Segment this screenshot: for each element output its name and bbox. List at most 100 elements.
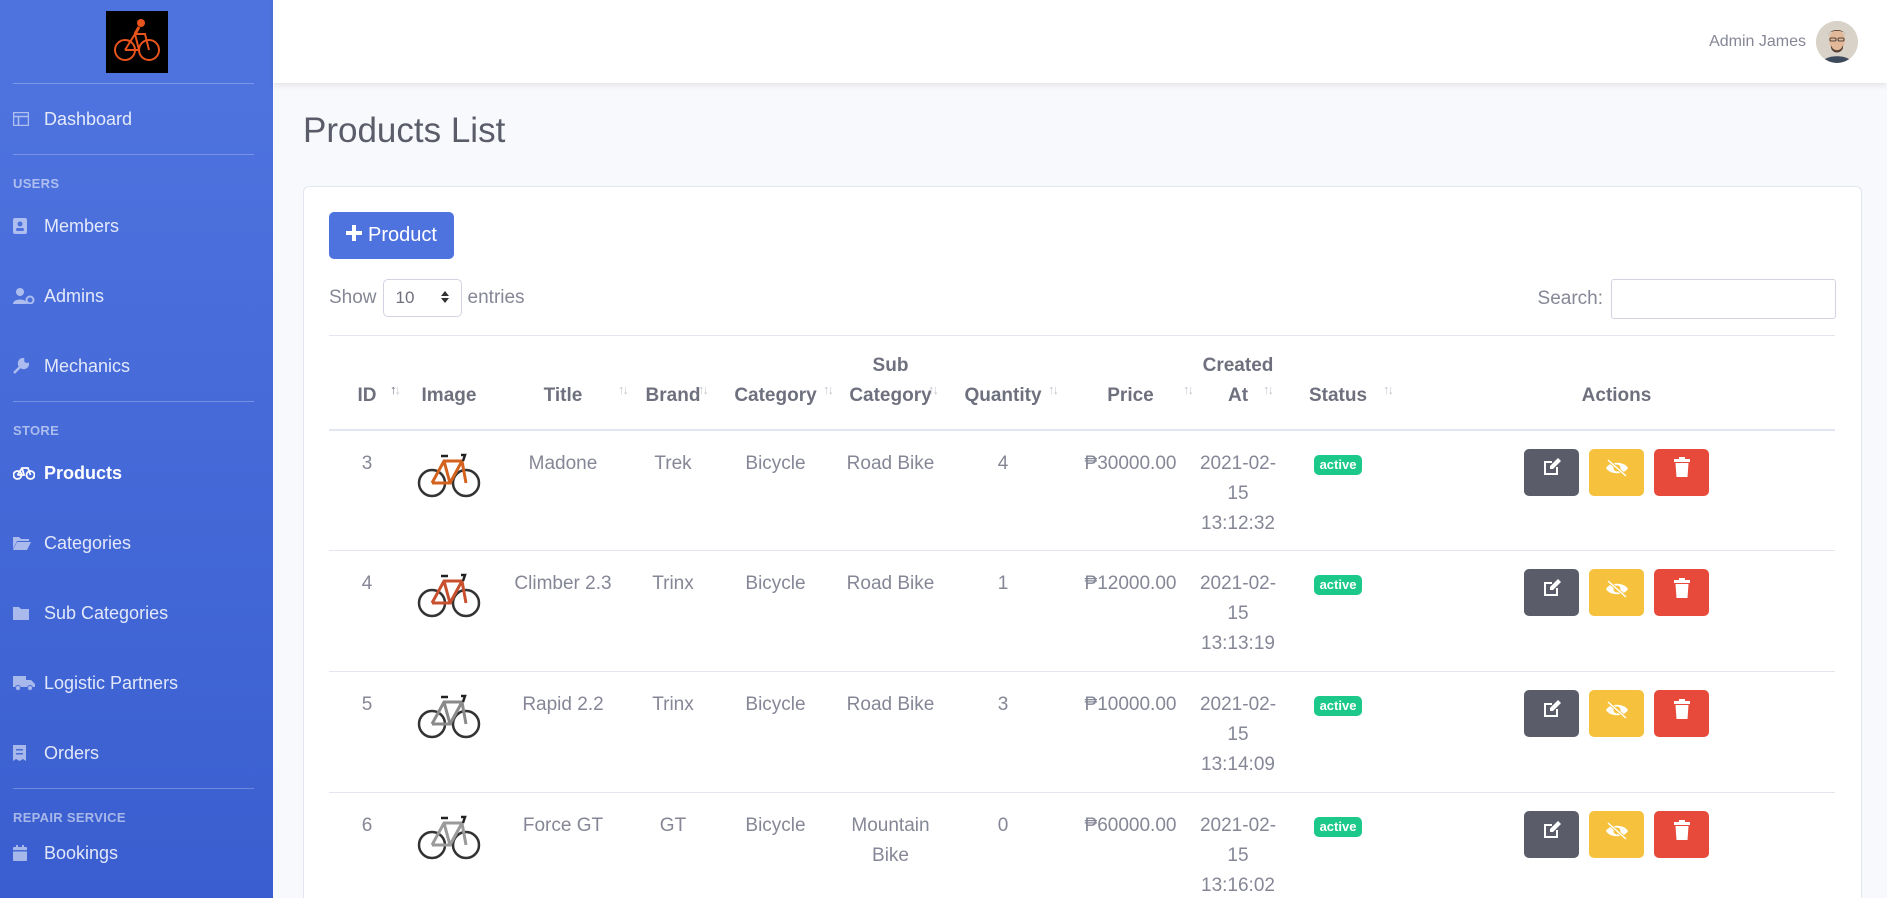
edit-button[interactable] — [1524, 569, 1579, 616]
products-card: Product Show 10 entries Search: ID ↑↓ Ima… — [303, 186, 1862, 898]
col-created-at[interactable]: Created At ↑↓ — [1198, 335, 1278, 431]
status-badge: active — [1313, 575, 1363, 595]
entries-select[interactable]: 10 — [382, 279, 462, 317]
col-price-label: Price — [1107, 384, 1154, 406]
cell-status: active — [1278, 550, 1398, 672]
sidebar-heading-store: STORE — [13, 423, 60, 438]
row-actions — [1398, 448, 1835, 496]
delete-button[interactable] — [1654, 448, 1709, 496]
wrench-icon — [13, 358, 44, 374]
status-badge: active — [1313, 454, 1363, 475]
cell-category: Bicycle — [713, 792, 838, 898]
folder-open-icon — [13, 536, 44, 550]
table-row: 6 Force GT GT Bicycle Mountain Bike 0 ₱60… — [329, 792, 1835, 898]
products-table: ID ↑↓ Image Title ↑↓ Brand ↑↓ Category ↑↓ Su… — [329, 335, 1835, 898]
sidebar-item-members[interactable]: Members — [0, 191, 273, 261]
product-thumbnail — [417, 805, 481, 869]
cell-quantity: 0 — [943, 792, 1063, 898]
cell-title: Madone — [493, 429, 633, 551]
hide-button[interactable] — [1589, 448, 1644, 496]
col-created-label-1: Created — [1202, 354, 1274, 376]
col-category[interactable]: Category ↑↓ — [713, 335, 838, 431]
folder-icon — [13, 606, 44, 620]
sidebar-item-products[interactable]: Products — [0, 438, 273, 508]
cell-brand: Trek — [633, 429, 713, 551]
cell-sub-category: Mountain Bike — [838, 792, 943, 898]
cell-status: active — [1278, 429, 1398, 551]
delete-button[interactable] — [1654, 569, 1709, 616]
cell-title: Force GT — [493, 792, 633, 898]
sidebar-item-sub-categories[interactable]: Sub Categories — [0, 578, 273, 648]
search-input[interactable] — [1611, 279, 1836, 319]
user-cog-icon — [13, 288, 44, 304]
brand[interactable] — [0, 0, 273, 83]
avatar[interactable] — [1816, 20, 1858, 63]
trash-icon — [1673, 698, 1690, 729]
cell-sub-category: Road Bike — [838, 550, 943, 672]
sidebar-item-logistic-partners[interactable]: Logistic Partners — [0, 648, 273, 718]
sort-icon: ↑↓ — [1048, 381, 1059, 397]
eye-slash-icon — [1605, 699, 1629, 729]
delete-button[interactable] — [1654, 811, 1709, 858]
sidebar-item-categories[interactable]: Categories — [0, 508, 273, 578]
col-quantity-label: Quantity — [964, 384, 1042, 406]
status-badge: active — [1313, 817, 1363, 837]
id-card-icon — [13, 218, 44, 234]
bicycle-icon — [13, 466, 44, 480]
hide-button[interactable] — [1589, 690, 1644, 737]
row-actions — [1398, 569, 1835, 616]
page-title: Products List — [303, 111, 506, 150]
sidebar-item-orders[interactable]: Orders — [0, 718, 273, 788]
sidebar-item-mechanics[interactable]: Mechanics — [0, 331, 273, 401]
cell-id: 5 — [329, 671, 405, 793]
cell-title: Rapid 2.2 — [493, 671, 633, 793]
delete-button[interactable] — [1654, 690, 1709, 737]
cell-image — [405, 550, 493, 672]
cell-title: Climber 2.3 — [493, 550, 633, 672]
sort-arrows-icon — [440, 288, 449, 308]
edit-button[interactable] — [1524, 690, 1579, 737]
col-sub-category[interactable]: Sub Category ↑↓ — [838, 335, 943, 431]
sidebar-item-dashboard[interactable]: Dashboard — [0, 84, 273, 154]
cell-price: ₱10000.00 — [1063, 671, 1198, 793]
product-thumbnail — [417, 563, 481, 627]
cell-status: active — [1278, 792, 1398, 898]
search-control: Search: — [1538, 279, 1836, 319]
cell-brand: GT — [633, 792, 713, 898]
col-image: Image — [405, 335, 493, 431]
user-name[interactable]: Admin James — [1709, 33, 1806, 51]
cell-created-at: 2021-02- 15 13:16:02 — [1198, 792, 1278, 898]
cell-price: ₱30000.00 — [1063, 429, 1198, 551]
sidebar-item-label: Categories — [44, 532, 132, 553]
sidebar-divider — [13, 788, 254, 789]
sort-icon: ↑↓ — [928, 381, 939, 397]
edit-icon — [1542, 457, 1562, 487]
col-brand[interactable]: Brand ↑↓ — [633, 335, 713, 431]
hide-button[interactable] — [1589, 569, 1644, 616]
sidebar-heading-users: USERS — [13, 176, 60, 191]
sidebar-item-label: Logistic Partners — [44, 672, 179, 693]
cell-image — [405, 429, 493, 551]
sidebar-item-admins[interactable]: Admins — [0, 261, 273, 331]
cell-category: Bicycle — [713, 429, 838, 551]
add-product-button[interactable]: Product — [329, 212, 454, 259]
edit-button[interactable] — [1524, 811, 1579, 858]
created-time: 13:12:32 — [1201, 512, 1275, 534]
hide-button[interactable] — [1589, 811, 1644, 858]
search-label: Search: — [1537, 288, 1603, 309]
trash-icon — [1673, 577, 1690, 608]
edit-button[interactable] — [1524, 448, 1579, 496]
sidebar-item-label: Products — [44, 462, 123, 483]
col-quantity[interactable]: Quantity ↑↓ — [943, 335, 1063, 431]
col-status[interactable]: Status ↑↓ — [1278, 335, 1398, 431]
col-price[interactable]: Price ↑↓ — [1063, 335, 1198, 431]
edit-icon — [1542, 820, 1562, 850]
sort-icon: ↑↓ — [823, 381, 834, 397]
row-actions — [1398, 811, 1835, 858]
col-title[interactable]: Title ↑↓ — [493, 335, 633, 431]
created-time: 13:16:02 — [1201, 875, 1275, 896]
col-id[interactable]: ID ↑↓ — [329, 335, 405, 431]
sidebar-item-bookings[interactable]: Bookings — [0, 825, 273, 881]
cell-image — [405, 671, 493, 793]
sidebar-divider — [13, 154, 254, 155]
